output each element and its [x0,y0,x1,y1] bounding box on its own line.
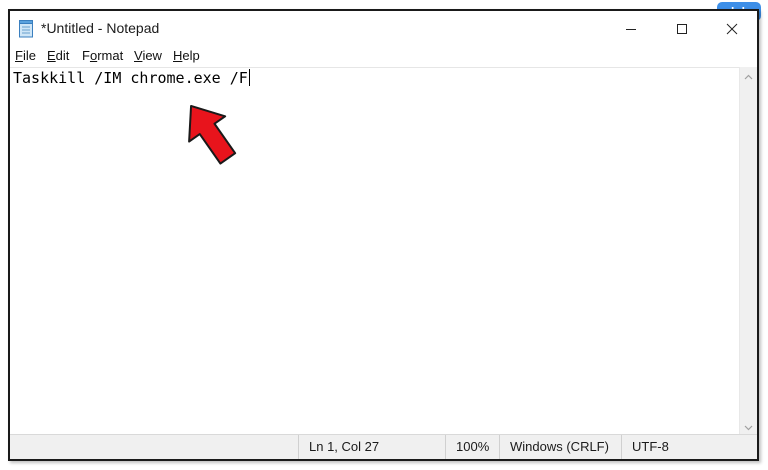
menu-view[interactable]: View [134,48,162,63]
scroll-up-button[interactable] [740,67,757,84]
arrow-icon [188,104,237,165]
menu-help[interactable]: Help [173,48,200,63]
red-arrow-annotation [180,98,240,168]
minimize-icon [625,23,637,35]
close-icon [726,23,738,35]
chevron-up-icon [744,67,753,85]
status-bar: Ln 1, Col 27 100% Windows (CRLF) UTF-8 [10,434,757,459]
maximize-button[interactable] [658,11,706,47]
menu-edit[interactable]: Edit [47,48,69,63]
minimize-button[interactable] [607,11,655,47]
scroll-down-button[interactable] [740,418,757,435]
menu-help-label: Help [173,48,200,63]
status-position: Ln 1, Col 27 [298,435,445,459]
menu-file-label: File [15,48,36,63]
menu-edit-label: Edit [47,48,70,63]
chevron-down-icon [744,418,753,436]
menu-file[interactable]: File [15,48,36,63]
close-button[interactable] [708,11,756,47]
status-zoom: 100% [445,435,499,459]
menu-bar: File Edit Format View Help [10,47,757,67]
text-editor[interactable]: Taskkill /IM chrome.exe /F [10,67,740,435]
menu-format-label: Format [82,48,124,63]
status-line-ending: Windows (CRLF) [499,435,621,459]
status-encoding: UTF-8 [621,435,757,459]
menu-view-label: View [134,48,162,63]
editor-text-value: Taskkill /IM chrome.exe /F [13,69,248,87]
editor-content[interactable]: Taskkill /IM chrome.exe /F [13,69,250,87]
title-bar[interactable]: *Untitled - Notepad [10,11,757,47]
text-caret [248,69,250,86]
notepad-icon [18,20,35,38]
notepad-window: *Untitled - Notepad File Edit Format Vie… [8,9,759,461]
maximize-icon [676,23,688,35]
vertical-scrollbar[interactable] [739,67,757,435]
window-title: *Untitled - Notepad [41,20,160,36]
menu-format[interactable]: Format [82,48,123,63]
